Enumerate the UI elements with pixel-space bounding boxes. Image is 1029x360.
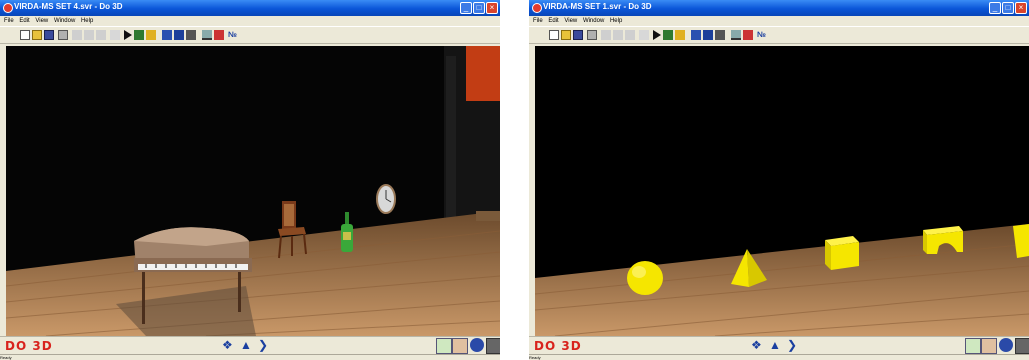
print-icon[interactable] — [587, 30, 597, 40]
copy-icon[interactable] — [613, 30, 623, 40]
save-icon[interactable] — [44, 30, 54, 40]
ruler-icon[interactable] — [202, 30, 212, 40]
globe-icon[interactable] — [470, 338, 484, 352]
3d-viewport[interactable] — [6, 46, 500, 336]
play-icon[interactable] — [124, 30, 132, 40]
ruler-nav-icon[interactable] — [965, 338, 981, 354]
close-button[interactable]: × — [486, 2, 498, 14]
fly-icon[interactable] — [174, 30, 184, 40]
menu-window[interactable]: Window — [54, 18, 75, 24]
menu-bar: File Edit View Window Help — [0, 16, 500, 26]
home-nav-icon[interactable] — [452, 338, 468, 354]
3d-viewport[interactable] — [535, 46, 1029, 336]
menu-view[interactable]: View — [564, 18, 577, 24]
print-icon[interactable] — [58, 30, 68, 40]
book-icon[interactable] — [663, 30, 673, 40]
title-bar[interactable]: VIRDA-MS SET 1.svr - Do 3D _ □ × — [529, 0, 1029, 16]
new-file-icon[interactable] — [549, 30, 559, 40]
status-text: Ready — [0, 355, 12, 360]
cut-icon[interactable] — [601, 30, 611, 40]
cut-icon[interactable] — [72, 30, 82, 40]
menu-help[interactable]: Help — [610, 18, 622, 24]
window-title: VIRDA-MS SET 4.svr - Do 3D — [14, 2, 123, 11]
globe-icon[interactable] — [999, 338, 1013, 352]
menu-edit[interactable]: Edit — [548, 18, 558, 24]
walk-nav-icon[interactable]: ▲ — [240, 338, 254, 352]
copy-icon[interactable] — [84, 30, 94, 40]
house-icon[interactable] — [743, 30, 753, 40]
maximize-button[interactable]: □ — [473, 2, 485, 14]
window-title: VIRDA-MS SET 1.svr - Do 3D — [543, 2, 652, 11]
clock — [376, 184, 396, 214]
title-bar[interactable]: VIRDA-MS SET 4.svr - Do 3D _ □ × — [0, 0, 500, 16]
ruler-icon[interactable] — [731, 30, 741, 40]
panel-icon[interactable] — [1015, 338, 1029, 354]
menu-view[interactable]: View — [35, 18, 48, 24]
save-icon[interactable] — [573, 30, 583, 40]
do3d-logo: DO 3D — [5, 339, 53, 353]
turn-icon[interactable]: ❯ — [258, 338, 272, 352]
walk-nav-icon[interactable]: ▲ — [769, 338, 783, 352]
panel-icon[interactable] — [486, 338, 500, 354]
menu-bar: File Edit View Window Help — [529, 16, 1029, 26]
minimize-button[interactable]: _ — [460, 2, 472, 14]
paste-icon[interactable] — [625, 30, 635, 40]
navigation-bar: DO 3D ❖ ▲ ❯ — [529, 336, 1029, 354]
menu-edit[interactable]: Edit — [19, 18, 29, 24]
status-bar: Ready — [0, 354, 500, 360]
cube — [825, 236, 859, 270]
navigation-bar: DO 3D ❖ ▲ ❯ — [0, 336, 500, 354]
book-open-icon[interactable] — [146, 30, 156, 40]
close-button[interactable]: × — [1015, 2, 1027, 14]
app-icon — [532, 3, 542, 13]
menu-file[interactable]: File — [533, 18, 543, 24]
help-icon[interactable]: № — [757, 30, 767, 40]
app-icon — [3, 3, 13, 13]
minimize-button[interactable]: _ — [989, 2, 1001, 14]
menu-help[interactable]: Help — [81, 18, 93, 24]
status-text: Ready — [529, 355, 541, 360]
maximize-button[interactable]: □ — [1002, 2, 1014, 14]
sphere — [627, 261, 663, 295]
left-app-window: VIRDA-MS SET 4.svr - Do 3D _ □ × File Ed… — [0, 0, 500, 360]
ruler-nav-icon[interactable] — [436, 338, 452, 354]
walk-icon[interactable] — [162, 30, 172, 40]
fly-icon[interactable] — [703, 30, 713, 40]
menu-window[interactable]: Window — [583, 18, 604, 24]
status-bar: Ready — [529, 354, 1029, 360]
camera-icon[interactable] — [186, 30, 196, 40]
paste-icon[interactable] — [96, 30, 106, 40]
book-icon[interactable] — [134, 30, 144, 40]
turn-icon[interactable]: ❯ — [787, 338, 801, 352]
right-app-window: VIRDA-MS SET 1.svr - Do 3D _ □ × File Ed… — [529, 0, 1029, 360]
red-curtain — [466, 46, 500, 101]
play-icon[interactable] — [653, 30, 661, 40]
toolbar: № — [0, 26, 500, 44]
menu-file[interactable]: File — [4, 18, 14, 24]
do3d-logo: DO 3D — [534, 339, 582, 353]
house-icon[interactable] — [214, 30, 224, 40]
home-nav-icon[interactable] — [981, 338, 997, 354]
new-file-icon[interactable] — [20, 30, 30, 40]
open-folder-icon[interactable] — [561, 30, 571, 40]
help-icon[interactable]: № — [228, 30, 238, 40]
toolbar: № — [529, 26, 1029, 44]
move-arrows-icon[interactable]: ❖ — [751, 338, 765, 352]
walk-icon[interactable] — [691, 30, 701, 40]
camera-icon[interactable] — [715, 30, 725, 40]
move-arrows-icon[interactable]: ❖ — [222, 338, 236, 352]
undo-icon[interactable] — [110, 30, 120, 40]
book-open-icon[interactable] — [675, 30, 685, 40]
undo-icon[interactable] — [639, 30, 649, 40]
open-folder-icon[interactable] — [32, 30, 42, 40]
